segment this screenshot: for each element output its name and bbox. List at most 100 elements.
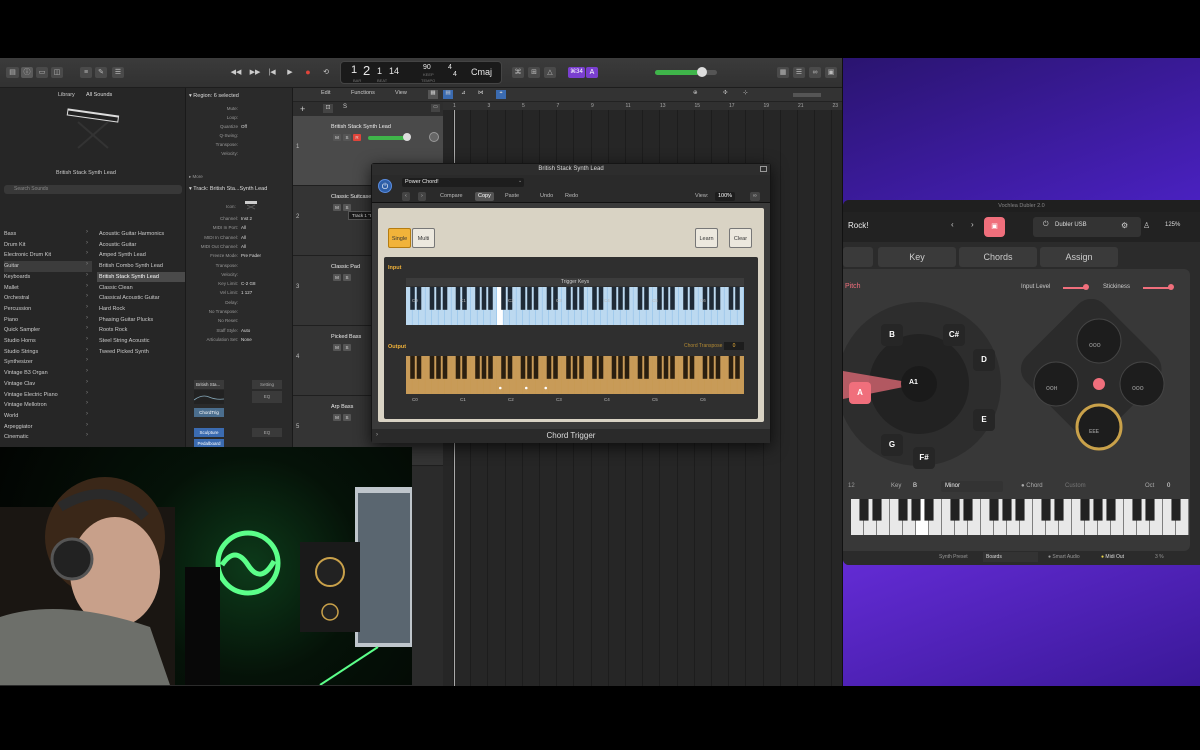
library-category[interactable]: Percussion [4,304,92,315]
black-key[interactable] [579,287,584,310]
chordtrig-slot[interactable]: ChordTrig [194,408,224,417]
black-key[interactable] [572,287,578,310]
black-key[interactable] [455,356,461,379]
library-patch[interactable]: Steel String Acoustic [97,336,185,347]
zoom-slider[interactable] [793,93,821,97]
black-key[interactable] [911,499,921,521]
region-row[interactable]: Quantize Off [186,124,293,132]
pitch-note[interactable]: G [881,434,903,456]
black-key[interactable] [715,287,721,310]
library-patch[interactable]: British Stack Synth Lead [97,271,185,283]
track-row[interactable]: Freeze Mode: Pre Fader [186,253,293,261]
catch-icon[interactable]: ⌖ [496,90,506,99]
black-key[interactable] [702,356,708,379]
chord-transpose-value[interactable]: 0 [724,342,744,350]
black-key[interactable] [481,356,487,379]
library-patch[interactable]: Acoustic Guitar [97,240,185,251]
track-row[interactable]: Vel Limit: 1 127 [186,290,293,298]
black-key[interactable] [572,356,578,379]
black-key[interactable] [475,356,480,379]
strip-eq2-button[interactable]: EQ [252,428,282,437]
black-key[interactable] [637,287,643,310]
black-key[interactable] [1002,499,1012,521]
tuner-icon[interactable]: ⌘ [512,67,524,78]
track-name[interactable]: British Stack Synth Lead [331,124,391,130]
black-key[interactable] [442,287,448,310]
black-key[interactable] [670,287,675,310]
track-row[interactable]: Delay: [186,300,293,308]
metronome-icon[interactable]: △ [544,67,556,78]
black-key[interactable] [663,287,669,310]
pitch-note[interactable]: C# [943,324,965,346]
library-category[interactable]: World [4,411,92,422]
track-m-button[interactable]: M [333,134,341,141]
power-icon[interactable]: ⏻ [378,179,392,193]
black-key[interactable] [442,356,448,379]
black-key[interactable] [429,356,435,379]
black-key[interactable] [520,287,526,310]
track-icon[interactable] [244,198,258,210]
tool-icon[interactable]: ⊹ [743,90,748,96]
strip-eq-display[interactable] [193,390,225,404]
library-patch[interactable]: Phasing Guitar Plucks [97,315,185,326]
black-key[interactable] [859,499,869,521]
track-header[interactable]: ▾ Track: British Sta...Synth Lead [189,186,267,192]
tab-assign[interactable]: Assign [1040,247,1118,267]
clear-button[interactable]: Clear [729,228,752,248]
black-key[interactable] [728,287,734,310]
smart-audio-toggle[interactable]: ● Smart Audio [1048,554,1080,560]
library-category[interactable]: Vintage Clav [4,379,92,390]
track-s-button[interactable]: S [343,344,351,351]
midi-out-toggle[interactable]: ● Midi Out [1101,554,1124,560]
input-level-knob[interactable] [1083,284,1089,290]
track-volume-slider[interactable] [368,136,408,140]
black-key[interactable] [657,356,662,379]
copy-button[interactable]: Copy [475,192,494,201]
track-m-button[interactable]: M [333,344,341,351]
track-row[interactable]: Transpose: [186,263,293,271]
library-category[interactable]: Quick Sampler [4,325,92,336]
dubler-next-icon[interactable]: › [971,220,974,229]
dubler-keyboard[interactable] [851,499,1189,535]
pitch-note[interactable]: D [973,349,995,371]
library-category[interactable]: Studio Strings [4,347,92,358]
black-key[interactable] [989,499,999,521]
chord-value[interactable]: Custom [1065,483,1086,489]
flex-icon[interactable]: ⋈ [478,90,484,96]
track-row[interactable]: Articulation Set: None [186,337,293,345]
pitch-note[interactable]: F# [913,447,935,469]
black-key[interactable] [689,287,695,310]
black-key[interactable] [618,356,623,379]
black-key[interactable] [566,356,571,379]
library-patch[interactable]: Tweed Picked Synth [97,347,185,358]
dubler-zoom[interactable]: 125% [1165,222,1180,228]
track-row[interactable]: No Reset: [186,318,293,326]
strip-setting-button[interactable]: Setting [252,380,282,389]
library-dropdown[interactable]: All Sounds [86,92,112,98]
black-key[interactable] [533,356,539,379]
play-icon[interactable]: ▶ [284,67,296,78]
black-key[interactable] [872,499,882,521]
black-key[interactable] [963,499,973,521]
track-m-button[interactable]: M [333,414,341,421]
list-editor-icon[interactable]: ☰ [793,67,805,78]
tab-key[interactable]: Key [878,247,956,267]
track-s-button[interactable]: S [343,414,351,421]
track-row[interactable]: Key Limit: C-2 G8 [186,281,293,289]
track-m-button[interactable]: M [333,274,341,281]
forward-icon[interactable]: ▶▶ [249,67,261,78]
track-row[interactable]: Staff Style: Auto [186,328,293,336]
black-key[interactable] [416,356,422,379]
black-key[interactable] [683,356,688,379]
black-key[interactable] [527,356,532,379]
library-category[interactable]: Guitar [4,261,92,272]
region-row[interactable]: Loop: [186,115,293,123]
library-category[interactable]: Mallet [4,283,92,294]
black-key[interactable] [436,287,441,310]
black-key[interactable] [1015,499,1025,521]
region-row[interactable]: Transpose: [186,142,293,150]
black-key[interactable] [637,356,643,379]
black-key[interactable] [611,356,617,379]
library-patch[interactable]: Roots Rock [97,325,185,336]
black-key[interactable] [644,356,649,379]
